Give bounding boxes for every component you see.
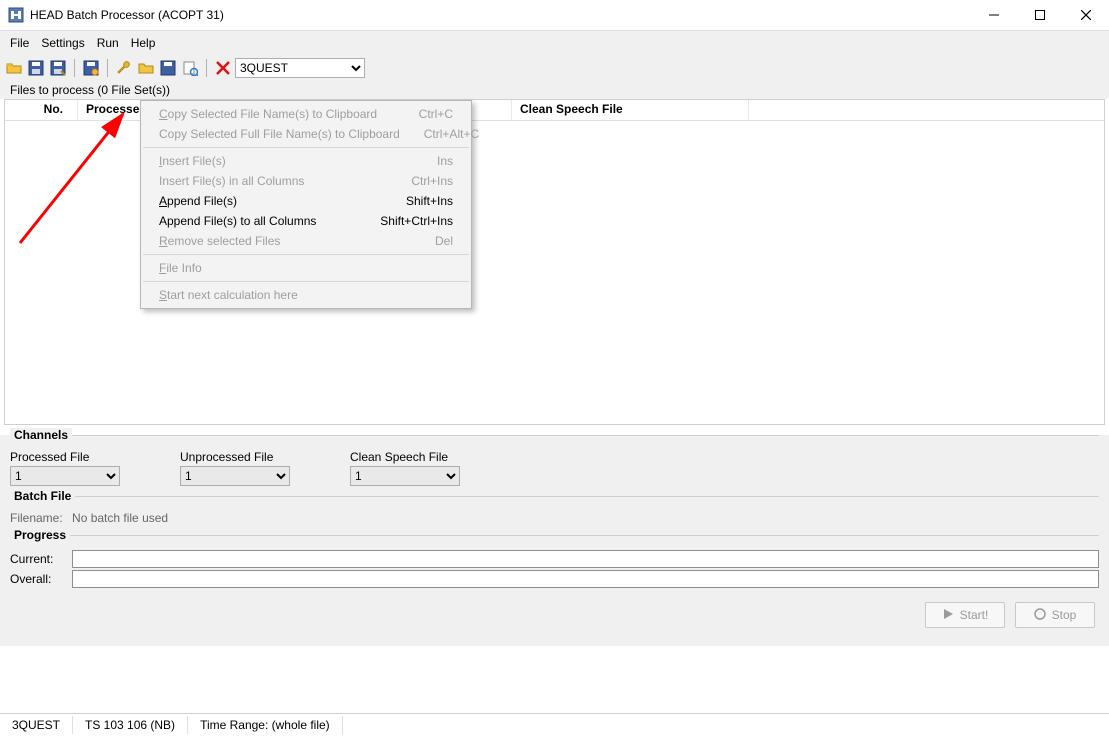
batchfile-group: Batch File Filename: No batch file used: [10, 496, 1099, 525]
channels-unprocessed-select[interactable]: 1: [180, 466, 290, 486]
menu-file[interactable]: File: [4, 35, 35, 51]
progress-overall-label: Overall:: [10, 572, 60, 586]
channels-legend: Channels: [10, 428, 72, 442]
cm-copy-full[interactable]: Copy Selected Full File Name(s) to Clipb…: [141, 124, 471, 144]
progress-group: Progress Current: Overall:: [10, 535, 1099, 588]
channels-clean-label: Clean Speech File: [350, 450, 460, 464]
cm-fileinfo[interactable]: File Info: [141, 258, 471, 278]
start-button[interactable]: Start!: [925, 602, 1005, 628]
channels-clean-select[interactable]: 1: [350, 466, 460, 486]
preview-icon[interactable]: [180, 58, 200, 78]
channels-processed-select[interactable]: 1: [10, 466, 120, 486]
batchfile-filename-value: No batch file used: [72, 511, 168, 525]
channels-group: Channels Processed File 1 Unprocessed Fi…: [10, 435, 1099, 486]
toolbar-separator: [107, 59, 108, 77]
save-icon[interactable]: [26, 58, 46, 78]
channels-processed-label: Processed File: [10, 450, 120, 464]
mode-dropdown[interactable]: 3QUEST: [235, 58, 365, 78]
window-title: HEAD Batch Processor (ACOPT 31): [30, 8, 224, 22]
maximize-button[interactable]: [1017, 0, 1063, 30]
save-settings-icon[interactable]: [81, 58, 101, 78]
progress-current-label: Current:: [10, 552, 60, 566]
channels-unprocessed-label: Unprocessed File: [180, 450, 290, 464]
cm-remove[interactable]: Remove selected Files Del: [141, 231, 471, 251]
save2-icon[interactable]: [158, 58, 178, 78]
play-icon: [942, 608, 954, 623]
col-no[interactable]: No.: [5, 100, 78, 120]
progress-legend: Progress: [10, 528, 70, 542]
menu-help[interactable]: Help: [125, 35, 162, 51]
batchfile-legend: Batch File: [10, 489, 75, 503]
cm-startnext[interactable]: Start next calculation here: [141, 285, 471, 305]
stop-icon: [1034, 608, 1046, 623]
cm-insert-all[interactable]: Insert File(s) in all Columns Ctrl+Ins: [141, 171, 471, 191]
toolbar-separator: [206, 59, 207, 77]
context-menu: Copy Selected File Name(s) to Clipboard …: [140, 100, 472, 309]
col-clean[interactable]: Clean Speech File: [512, 100, 749, 120]
open-folder2-icon[interactable]: [136, 58, 156, 78]
status-cell-2: TS 103 106 (NB): [73, 716, 188, 734]
progress-overall-bar: [72, 570, 1099, 588]
open-folder-icon[interactable]: [4, 58, 24, 78]
statusbar: 3QUEST TS 103 106 (NB) Time Range: (whol…: [0, 713, 1109, 736]
close-button[interactable]: [1063, 0, 1109, 30]
titlebar: HEAD Batch Processor (ACOPT 31): [0, 0, 1109, 31]
cm-copy-names[interactable]: Copy Selected File Name(s) to Clipboard …: [141, 104, 471, 124]
cm-append-all[interactable]: Append File(s) to all Columns Shift+Ctrl…: [141, 211, 471, 231]
status-cell-1: 3QUEST: [0, 716, 73, 734]
toolbar: 3QUEST: [0, 55, 1109, 81]
progress-current-bar: [72, 550, 1099, 568]
cm-insert[interactable]: Insert File(s) Ins: [141, 151, 471, 171]
minimize-button[interactable]: [971, 0, 1017, 30]
files-to-process-label: Files to process (0 File Set(s)): [0, 81, 1109, 99]
toolbar-separator: [74, 59, 75, 77]
status-cell-3: Time Range: (whole file): [188, 716, 343, 734]
stop-button[interactable]: Stop: [1015, 602, 1095, 628]
menu-run[interactable]: Run: [91, 35, 125, 51]
batchfile-filename-label: Filename:: [10, 511, 63, 525]
wrench-icon[interactable]: [114, 58, 134, 78]
cm-append[interactable]: Append File(s) Shift+Ins: [141, 191, 471, 211]
cancel-icon[interactable]: [213, 58, 233, 78]
menubar: File Settings Run Help: [0, 31, 1109, 55]
save-as-icon[interactable]: [48, 58, 68, 78]
menu-settings[interactable]: Settings: [35, 35, 90, 51]
app-icon: [8, 7, 24, 23]
